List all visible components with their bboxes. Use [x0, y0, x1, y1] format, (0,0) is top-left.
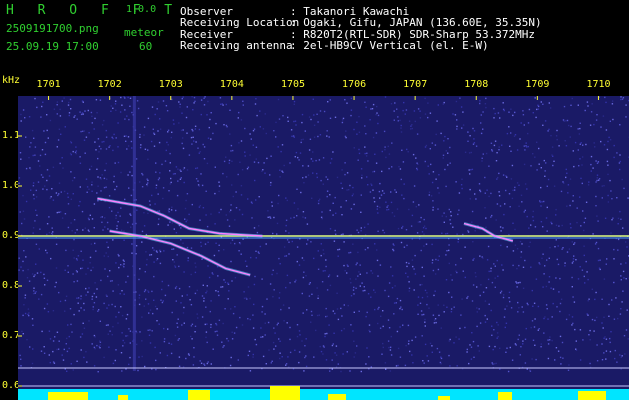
y-unit-label: kHz — [2, 75, 21, 86]
x-tick-1707: 1707 — [403, 79, 428, 90]
x-tick-1706: 1706 — [342, 79, 367, 90]
x-tick-1704: 1704 — [219, 79, 244, 90]
amplitude-strip — [18, 389, 629, 400]
x-tick-1710: 1710 — [586, 79, 611, 90]
location-value: : Ogaki, Gifu, JAPAN (136.60E, 35.35N) — [290, 16, 542, 29]
x-tick-1708: 1708 — [464, 79, 489, 90]
antenna-value: : 2el-HB9CV Vertical (el. E-W) — [290, 39, 489, 52]
filename-label: 2509191700.png — [6, 22, 99, 35]
antenna-label: Receiving antenna — [180, 39, 293, 52]
meteor-count-value: 60 — [139, 40, 153, 53]
meteor-count-label: meteor — [124, 26, 164, 39]
x-tick-1709: 1709 — [525, 79, 550, 90]
datetime-label: 25.09.19 17:00 — [6, 40, 99, 53]
location-label: Receiving Location — [180, 16, 300, 29]
x-tick-1702: 1702 — [97, 79, 122, 90]
x-tick-1701: 1701 — [36, 79, 61, 90]
spectrogram-plot — [18, 96, 629, 400]
spectrogram-svg — [18, 96, 629, 400]
spectrogram-window: H R O F F T 1.0.0 2509191700.png 25.09.1… — [0, 0, 629, 400]
x-tick-1705: 1705 — [280, 79, 306, 90]
version-label: 1.0.0 — [126, 4, 157, 15]
x-tick-1703: 1703 — [158, 79, 183, 90]
